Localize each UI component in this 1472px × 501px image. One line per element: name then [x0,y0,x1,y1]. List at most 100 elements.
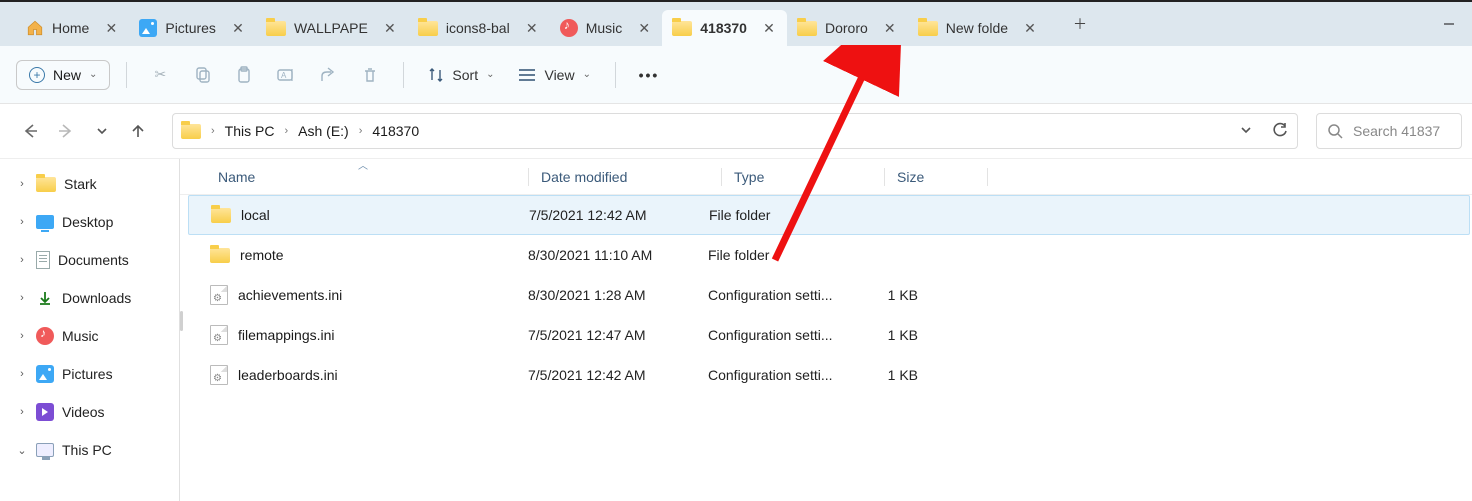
close-icon[interactable]: ✕ [524,20,540,36]
column-divider[interactable] [721,168,722,186]
close-icon[interactable]: ✕ [382,20,398,36]
more-button[interactable]: ••• [632,58,666,92]
music-icon [36,327,54,345]
file-row[interactable]: remote 8/30/2021 11:10 AM File folder [180,235,1472,275]
tab-music[interactable]: Music ✕ [550,10,663,46]
chevron-right-icon: › [16,178,28,190]
share-button[interactable] [311,58,345,92]
file-row[interactable]: filemappings.ini 7/5/2021 12:47 AM Confi… [180,315,1472,355]
close-icon[interactable]: ✕ [103,20,119,36]
tab-dororo[interactable]: Dororo ✕ [787,10,908,46]
sidebar-item-downloads[interactable]: › Downloads [0,279,179,317]
minimize-button[interactable] [1426,2,1472,46]
chevron-down-icon: ⌄ [583,69,591,80]
breadcrumb-folder[interactable]: 418370 [372,123,419,139]
file-size: 1 KB [858,287,948,303]
tab-label: 418370 [700,20,747,36]
share-icon [319,66,337,84]
close-icon[interactable]: ✕ [761,20,777,36]
back-button[interactable] [14,115,46,147]
paste-button[interactable] [227,58,261,92]
sidebar-item-label: Videos [62,404,105,420]
new-button[interactable]: + New ⌄ [16,60,110,90]
tab-pictures[interactable]: Pictures ✕ [129,10,256,46]
file-row[interactable]: local 7/5/2021 12:42 AM File folder [188,195,1470,235]
sidebar-item-desktop[interactable]: › Desktop [0,203,179,241]
file-type: Configuration setti... [708,367,858,383]
pictures-icon [139,19,157,37]
music-icon [560,19,578,37]
sidebar-item-videos[interactable]: › Videos [0,393,179,431]
column-type[interactable]: Type [734,169,884,185]
sidebar-item-stark[interactable]: › Stark [0,165,179,203]
sidebar-item-label: Downloads [62,290,131,306]
chevron-right-icon: › [280,125,292,137]
file-date: 7/5/2021 12:42 AM [528,367,708,383]
column-divider[interactable] [528,168,529,186]
delete-button[interactable] [353,58,387,92]
main-area: › Stark › Desktop › Documents › Download… [0,158,1472,501]
refresh-icon [1271,121,1289,139]
column-divider[interactable] [987,168,988,186]
sidebar-item-documents[interactable]: › Documents [0,241,179,279]
column-size[interactable]: Size [897,169,987,185]
folder-icon [797,21,817,36]
close-icon[interactable]: ✕ [1022,20,1038,36]
chevron-right-icon: › [16,406,28,418]
up-button[interactable] [122,115,154,147]
folder-icon [672,21,692,36]
address-dropdown[interactable] [1239,123,1253,140]
recent-button[interactable] [86,115,118,147]
search-input[interactable]: Search 41837 [1316,113,1462,149]
tab-418370[interactable]: 418370 ✕ [662,10,787,46]
sort-icon [428,67,444,83]
close-icon[interactable]: ✕ [636,20,652,36]
view-button[interactable]: View ⌄ [510,67,598,83]
chevron-down-icon [1239,123,1253,137]
sort-caret-icon: ︿ [358,157,368,172]
refresh-button[interactable] [1271,121,1289,142]
sort-button[interactable]: Sort ⌄ [420,67,502,83]
address-bar[interactable]: › This PC › Ash (E:) › 418370 [172,113,1298,149]
cut-button[interactable]: ✂ [143,58,177,92]
clipboard-icon [235,66,253,84]
breadcrumb-drive[interactable]: Ash (E:) [298,123,349,139]
download-icon [36,289,54,307]
arrow-up-icon [129,122,147,140]
ellipsis-icon: ••• [639,67,660,83]
chevron-right-icon: › [207,125,219,137]
rename-button[interactable]: A [269,58,303,92]
chevron-down-icon: ⌄ [89,69,97,80]
tab-newfolder[interactable]: New folde ✕ [908,10,1048,46]
file-name: filemappings.ini [238,327,335,343]
folder-icon [266,21,286,36]
pictures-icon [36,365,54,383]
column-divider[interactable] [884,168,885,186]
tab-icons8[interactable]: icons8-bal ✕ [408,10,550,46]
file-row[interactable]: leaderboards.ini 7/5/2021 12:42 AM Confi… [180,355,1472,395]
splitter-handle[interactable] [180,311,183,331]
sidebar-item-pictures[interactable]: › Pictures [0,355,179,393]
close-icon[interactable]: ✕ [882,20,898,36]
copy-button[interactable] [185,58,219,92]
close-icon[interactable]: ✕ [230,20,246,36]
file-size: 1 KB [858,367,948,383]
sort-label: Sort [452,67,478,83]
tab-home[interactable]: Home ✕ [16,10,129,46]
forward-button[interactable] [50,115,82,147]
file-row[interactable]: achievements.ini 8/30/2021 1:28 AM Confi… [180,275,1472,315]
chevron-right-icon: › [16,254,28,266]
nav-row: › This PC › Ash (E:) › 418370 Search 418… [0,104,1472,158]
new-tab-button[interactable]: ＋ [1062,6,1098,42]
tab-wallpaper[interactable]: WALLPAPE ✕ [256,10,408,46]
folder-icon [418,21,438,36]
sidebar-item-music[interactable]: › Music [0,317,179,355]
copy-icon [193,66,211,84]
sidebar-item-thispc[interactable]: ⌄ This PC [0,431,179,469]
tab-label: WALLPAPE [294,20,368,36]
breadcrumb-this-pc[interactable]: This PC [225,123,275,139]
folder-icon [211,208,231,223]
column-date[interactable]: Date modified [541,169,721,185]
ini-file-icon [210,365,228,385]
column-name[interactable]: ︿ Name [218,169,528,185]
